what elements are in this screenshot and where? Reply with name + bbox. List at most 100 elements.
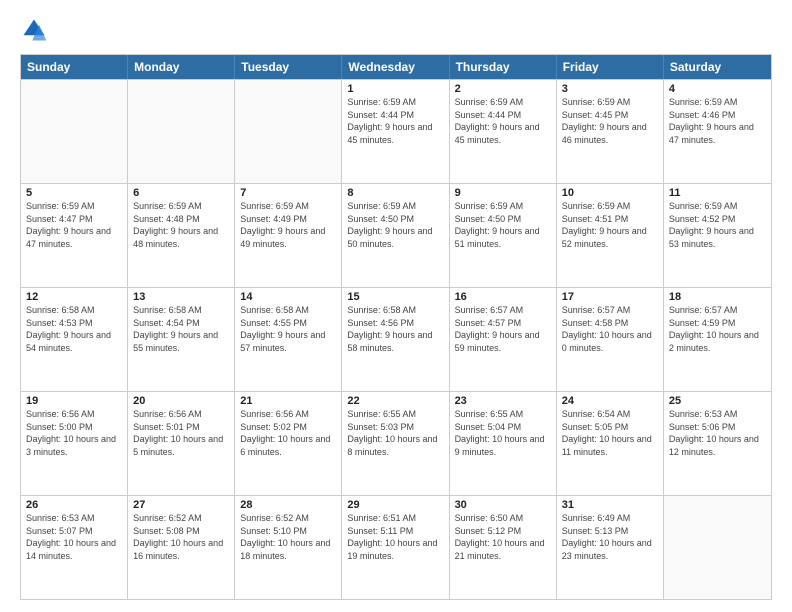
day-info: Sunrise: 6:58 AM Sunset: 4:55 PM Dayligh… [240,304,336,354]
day-number: 9 [455,187,551,199]
calendar-cell [664,496,771,599]
day-number: 20 [133,395,229,407]
day-info: Sunrise: 6:57 AM Sunset: 4:57 PM Dayligh… [455,304,551,354]
day-info: Sunrise: 6:53 AM Sunset: 5:06 PM Dayligh… [669,408,766,458]
day-info: Sunrise: 6:58 AM Sunset: 4:53 PM Dayligh… [26,304,122,354]
day-number: 10 [562,187,658,199]
day-info: Sunrise: 6:59 AM Sunset: 4:50 PM Dayligh… [455,200,551,250]
calendar-cell: 9Sunrise: 6:59 AM Sunset: 4:50 PM Daylig… [450,184,557,287]
calendar-cell: 20Sunrise: 6:56 AM Sunset: 5:01 PM Dayli… [128,392,235,495]
day-info: Sunrise: 6:50 AM Sunset: 5:12 PM Dayligh… [455,512,551,562]
day-info: Sunrise: 6:59 AM Sunset: 4:47 PM Dayligh… [26,200,122,250]
day-info: Sunrise: 6:51 AM Sunset: 5:11 PM Dayligh… [347,512,443,562]
calendar-row: 26Sunrise: 6:53 AM Sunset: 5:07 PM Dayli… [21,495,771,599]
calendar-cell: 7Sunrise: 6:59 AM Sunset: 4:49 PM Daylig… [235,184,342,287]
calendar-cell: 10Sunrise: 6:59 AM Sunset: 4:51 PM Dayli… [557,184,664,287]
day-info: Sunrise: 6:55 AM Sunset: 5:03 PM Dayligh… [347,408,443,458]
calendar-cell: 30Sunrise: 6:50 AM Sunset: 5:12 PM Dayli… [450,496,557,599]
day-number: 21 [240,395,336,407]
day-number: 24 [562,395,658,407]
day-info: Sunrise: 6:54 AM Sunset: 5:05 PM Dayligh… [562,408,658,458]
calendar-row: 5Sunrise: 6:59 AM Sunset: 4:47 PM Daylig… [21,183,771,287]
day-number: 8 [347,187,443,199]
day-info: Sunrise: 6:59 AM Sunset: 4:44 PM Dayligh… [455,96,551,146]
day-number: 28 [240,499,336,511]
calendar-row: 19Sunrise: 6:56 AM Sunset: 5:00 PM Dayli… [21,391,771,495]
calendar-row: 12Sunrise: 6:58 AM Sunset: 4:53 PM Dayli… [21,287,771,391]
day-info: Sunrise: 6:56 AM Sunset: 5:01 PM Dayligh… [133,408,229,458]
day-info: Sunrise: 6:56 AM Sunset: 5:00 PM Dayligh… [26,408,122,458]
day-number: 29 [347,499,443,511]
calendar-cell: 31Sunrise: 6:49 AM Sunset: 5:13 PM Dayli… [557,496,664,599]
day-number: 15 [347,291,443,303]
header-day: Monday [128,55,235,79]
header-day: Friday [557,55,664,79]
day-info: Sunrise: 6:49 AM Sunset: 5:13 PM Dayligh… [562,512,658,562]
calendar-cell: 26Sunrise: 6:53 AM Sunset: 5:07 PM Dayli… [21,496,128,599]
calendar-cell: 8Sunrise: 6:59 AM Sunset: 4:50 PM Daylig… [342,184,449,287]
day-info: Sunrise: 6:53 AM Sunset: 5:07 PM Dayligh… [26,512,122,562]
calendar-cell: 2Sunrise: 6:59 AM Sunset: 4:44 PM Daylig… [450,80,557,183]
day-number: 3 [562,83,658,95]
day-info: Sunrise: 6:57 AM Sunset: 4:59 PM Dayligh… [669,304,766,354]
day-info: Sunrise: 6:59 AM Sunset: 4:49 PM Dayligh… [240,200,336,250]
calendar-cell: 15Sunrise: 6:58 AM Sunset: 4:56 PM Dayli… [342,288,449,391]
day-info: Sunrise: 6:59 AM Sunset: 4:51 PM Dayligh… [562,200,658,250]
day-number: 13 [133,291,229,303]
day-info: Sunrise: 6:59 AM Sunset: 4:48 PM Dayligh… [133,200,229,250]
calendar-cell: 18Sunrise: 6:57 AM Sunset: 4:59 PM Dayli… [664,288,771,391]
day-number: 25 [669,395,766,407]
header-day: Sunday [21,55,128,79]
day-info: Sunrise: 6:58 AM Sunset: 4:56 PM Dayligh… [347,304,443,354]
day-info: Sunrise: 6:59 AM Sunset: 4:46 PM Dayligh… [669,96,766,146]
day-info: Sunrise: 6:55 AM Sunset: 5:04 PM Dayligh… [455,408,551,458]
day-number: 16 [455,291,551,303]
calendar-cell: 3Sunrise: 6:59 AM Sunset: 4:45 PM Daylig… [557,80,664,183]
calendar-row: 1Sunrise: 6:59 AM Sunset: 4:44 PM Daylig… [21,79,771,183]
header-day: Thursday [450,55,557,79]
day-info: Sunrise: 6:59 AM Sunset: 4:52 PM Dayligh… [669,200,766,250]
calendar-cell: 14Sunrise: 6:58 AM Sunset: 4:55 PM Dayli… [235,288,342,391]
header-day: Saturday [664,55,771,79]
day-number: 30 [455,499,551,511]
calendar-cell: 13Sunrise: 6:58 AM Sunset: 4:54 PM Dayli… [128,288,235,391]
logo-icon [20,16,48,44]
day-info: Sunrise: 6:59 AM Sunset: 4:44 PM Dayligh… [347,96,443,146]
calendar-cell: 24Sunrise: 6:54 AM Sunset: 5:05 PM Dayli… [557,392,664,495]
calendar-cell: 28Sunrise: 6:52 AM Sunset: 5:10 PM Dayli… [235,496,342,599]
day-number: 22 [347,395,443,407]
day-info: Sunrise: 6:52 AM Sunset: 5:08 PM Dayligh… [133,512,229,562]
calendar-cell: 1Sunrise: 6:59 AM Sunset: 4:44 PM Daylig… [342,80,449,183]
calendar-cell: 27Sunrise: 6:52 AM Sunset: 5:08 PM Dayli… [128,496,235,599]
day-number: 31 [562,499,658,511]
calendar-cell [235,80,342,183]
header-day: Tuesday [235,55,342,79]
day-number: 23 [455,395,551,407]
day-number: 2 [455,83,551,95]
page: SundayMondayTuesdayWednesdayThursdayFrid… [0,0,792,612]
day-number: 4 [669,83,766,95]
calendar-cell: 21Sunrise: 6:56 AM Sunset: 5:02 PM Dayli… [235,392,342,495]
header [20,16,772,44]
day-info: Sunrise: 6:57 AM Sunset: 4:58 PM Dayligh… [562,304,658,354]
day-info: Sunrise: 6:59 AM Sunset: 4:45 PM Dayligh… [562,96,658,146]
header-day: Wednesday [342,55,449,79]
calendar-cell: 16Sunrise: 6:57 AM Sunset: 4:57 PM Dayli… [450,288,557,391]
day-number: 7 [240,187,336,199]
day-info: Sunrise: 6:52 AM Sunset: 5:10 PM Dayligh… [240,512,336,562]
day-number: 6 [133,187,229,199]
calendar-cell: 22Sunrise: 6:55 AM Sunset: 5:03 PM Dayli… [342,392,449,495]
calendar-cell: 23Sunrise: 6:55 AM Sunset: 5:04 PM Dayli… [450,392,557,495]
day-number: 18 [669,291,766,303]
day-info: Sunrise: 6:59 AM Sunset: 4:50 PM Dayligh… [347,200,443,250]
calendar-cell [21,80,128,183]
calendar-cell: 17Sunrise: 6:57 AM Sunset: 4:58 PM Dayli… [557,288,664,391]
day-number: 26 [26,499,122,511]
day-number: 5 [26,187,122,199]
calendar-header: SundayMondayTuesdayWednesdayThursdayFrid… [21,55,771,79]
calendar-cell: 19Sunrise: 6:56 AM Sunset: 5:00 PM Dayli… [21,392,128,495]
day-number: 11 [669,187,766,199]
day-number: 14 [240,291,336,303]
day-number: 19 [26,395,122,407]
calendar-cell: 6Sunrise: 6:59 AM Sunset: 4:48 PM Daylig… [128,184,235,287]
